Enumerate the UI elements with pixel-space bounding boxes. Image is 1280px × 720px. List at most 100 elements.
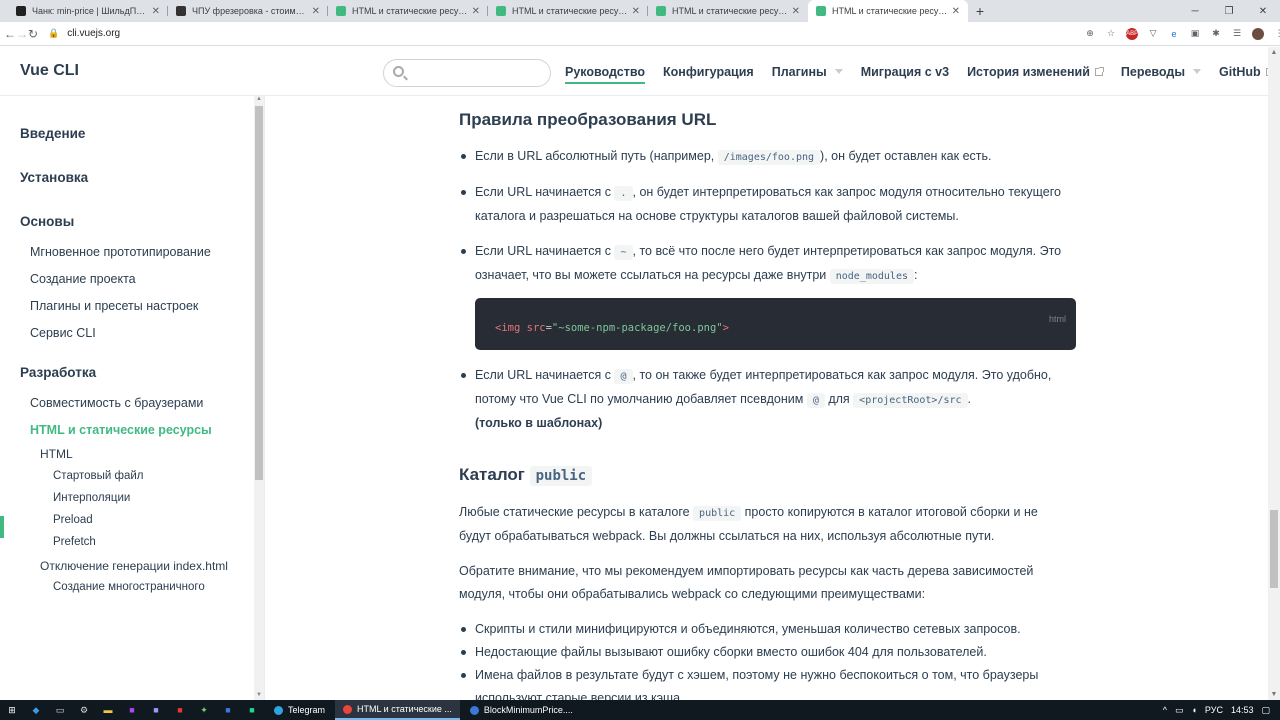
sidebar-item[interactable]: Сервис CLI	[30, 326, 96, 340]
scroll-up-icon[interactable]: ▲	[255, 96, 263, 104]
tray-arrow-icon[interactable]: ^	[1163, 705, 1167, 715]
nav-link[interactable]: Конфигурация	[663, 47, 754, 96]
list-item: Недостающие файлы вызывают ошибку сборки…	[461, 641, 1075, 664]
nav-link[interactable]: История изменений	[967, 47, 1104, 96]
extension-box-icon[interactable]: ▣	[1189, 28, 1201, 40]
sidebar-item[interactable]: Стартовый файл	[53, 470, 144, 482]
sidebar-item[interactable]: Разработка	[20, 365, 96, 380]
nav-link[interactable]: Плагины	[772, 47, 843, 96]
vscode-icon[interactable]: ◆	[27, 703, 45, 717]
profile-avatar-icon[interactable]	[1252, 27, 1265, 40]
close-window-icon[interactable]: ✕	[1246, 0, 1280, 22]
windows-start-icon[interactable]: ⊞	[3, 703, 21, 717]
taskbar-app[interactable]: BlockMinimumPrice....	[462, 700, 581, 720]
tab-close-icon[interactable]: ✕	[952, 6, 960, 17]
url-text: cli.vuejs.org	[67, 28, 121, 39]
git-icon[interactable]: ✦	[195, 703, 213, 717]
input-language[interactable]: РУС	[1205, 705, 1223, 715]
forward-icon[interactable]: →	[16, 27, 28, 41]
clock[interactable]: 14:53	[1231, 705, 1254, 715]
search-input[interactable]	[412, 64, 542, 82]
filezilla-icon[interactable]: ■	[171, 703, 189, 717]
tab-close-icon[interactable]: ✕	[312, 6, 320, 17]
sidebar-scroll-thumb[interactable]	[255, 106, 263, 480]
minimize-icon[interactable]: ─	[1178, 0, 1212, 22]
sidebar-item[interactable]: Отключение генерации index.html	[40, 559, 228, 573]
code-string: "~some-npm-package/foo.png"	[551, 322, 723, 334]
search-box[interactable]	[383, 59, 551, 87]
extension-e-icon[interactable]: e	[1168, 28, 1180, 40]
notifications-icon[interactable]: ▢	[1261, 705, 1270, 716]
browser-tab[interactable]: HTML и статические ресурсы | ✕	[808, 0, 968, 22]
browser-tab[interactable]: HTML и статические ресурсы | ✕	[328, 0, 488, 22]
extension-v-icon[interactable]: ▽	[1147, 28, 1159, 40]
browser-tab[interactable]: ЧПУ фрезеровка - стоимость ф ✕	[168, 0, 328, 22]
browser-tab[interactable]: HTML и статические ресурсы | ✕	[648, 0, 808, 22]
sidebar-item[interactable]: HTML	[40, 447, 73, 461]
translate-icon[interactable]: ⊕	[1084, 28, 1096, 40]
nav-link[interactable]: Миграция с v3	[861, 47, 949, 96]
taskbar-app[interactable]: Telegram	[266, 700, 333, 720]
sidebar-item[interactable]: Установка	[20, 170, 88, 185]
tab-title: HTML и статические ресурсы |	[672, 6, 788, 16]
nav-link[interactable]: Переводы	[1121, 47, 1202, 96]
volume-icon[interactable]: ◖	[1191, 705, 1196, 715]
adblock-icon[interactable]: ABP	[1126, 27, 1138, 40]
code-block: html <img src="~some-npm-package/foo.png…	[475, 298, 1076, 350]
browser-menu-icon[interactable]: ⋮	[1273, 28, 1280, 40]
sidebar-item[interactable]: Создание проекта	[30, 272, 136, 286]
sidebar-item[interactable]: Мгновенное прототипирование	[30, 245, 211, 259]
external-link-icon	[1094, 66, 1104, 76]
sidebar-item[interactable]: Плагины и пресеты настроек	[30, 299, 198, 313]
back-icon[interactable]: ←	[4, 27, 16, 41]
sidebar-item[interactable]: Интерполяции	[53, 492, 130, 504]
sidebar-scrollbar[interactable]: ▲ ▼	[254, 96, 264, 700]
settings-icon[interactable]: ⚙	[75, 703, 93, 717]
sidebar-item[interactable]: Введение	[20, 126, 85, 141]
pycharm-icon[interactable]: ■	[243, 703, 261, 717]
tab-close-icon[interactable]: ✕	[152, 6, 160, 17]
window-controls: ─ ❐ ✕	[1178, 0, 1280, 22]
browser-tab[interactable]: Чанк: min-price | ШильдПанель ✕	[8, 0, 168, 22]
sidebar-item[interactable]: Основы	[20, 214, 74, 229]
nav-link[interactable]: GitHub	[1219, 47, 1275, 96]
tab-favicon-icon	[336, 6, 346, 16]
network-icon[interactable]: ▭	[1175, 705, 1184, 716]
dropdown-caret-icon	[1193, 69, 1202, 74]
explorer-icon[interactable]: ■	[219, 703, 237, 717]
sidebar-item[interactable]: Совместимость с браузерами	[30, 396, 203, 410]
terminal-icon[interactable]: ▭	[51, 703, 69, 717]
taskbar-app[interactable]: HTML и статические ...	[335, 700, 460, 720]
app-label: BlockMinimumPrice....	[483, 705, 573, 715]
sidebar-item[interactable]: Prefetch	[53, 536, 96, 548]
tab-close-icon[interactable]: ✕	[792, 6, 800, 17]
nav-link[interactable]: Руководство	[565, 47, 646, 96]
scroll-down-icon[interactable]: ▼	[255, 692, 263, 700]
sidebar-item[interactable]: Preload	[53, 514, 93, 526]
reload-icon[interactable]: ↻	[28, 27, 38, 41]
lock-icon[interactable]: 🔒	[48, 28, 59, 39]
heading-text: Каталог	[459, 465, 525, 484]
address-bar[interactable]: 🔒 cli.vuejs.org	[44, 25, 1084, 43]
tab-close-icon[interactable]: ✕	[632, 6, 640, 17]
browser-toolbar: ← → ↻ 🔒 cli.vuejs.org ⊕ ☆ ABP ▽ e ▣ ✱ ☰ …	[0, 22, 1280, 46]
scroll-up-icon[interactable]: ▲	[1268, 49, 1280, 56]
browser-tab[interactable]: HTML и статические ресурсы | ✕	[488, 0, 648, 22]
sidebar-item[interactable]: HTML и статические ресурсы	[30, 423, 212, 437]
maximize-icon[interactable]: ❐	[1212, 0, 1246, 22]
code-text: <img src="~some-npm-package/foo.png">	[495, 317, 729, 340]
page-scrollbar[interactable]: ▲ ▼	[1268, 47, 1280, 700]
heading-public-dir: Каталог public	[459, 463, 593, 488]
sidebar-item[interactable]: Создание многостраничного	[53, 581, 205, 593]
phpstorm-icon[interactable]: ■	[123, 703, 141, 717]
new-tab-button[interactable]: +	[968, 0, 992, 22]
tab-close-icon[interactable]: ✕	[472, 6, 480, 17]
premiere-icon[interactable]: ■	[147, 703, 165, 717]
reading-list-icon[interactable]: ☰	[1231, 28, 1243, 40]
bookmark-star-icon[interactable]: ☆	[1105, 28, 1117, 40]
extensions-puzzle-icon[interactable]: ✱	[1210, 28, 1222, 40]
folder-icon[interactable]: ▬	[99, 703, 117, 717]
page-scroll-thumb[interactable]	[1270, 510, 1278, 588]
site-logo[interactable]: Vue CLI	[20, 62, 79, 80]
scroll-down-icon[interactable]: ▼	[1268, 691, 1280, 698]
